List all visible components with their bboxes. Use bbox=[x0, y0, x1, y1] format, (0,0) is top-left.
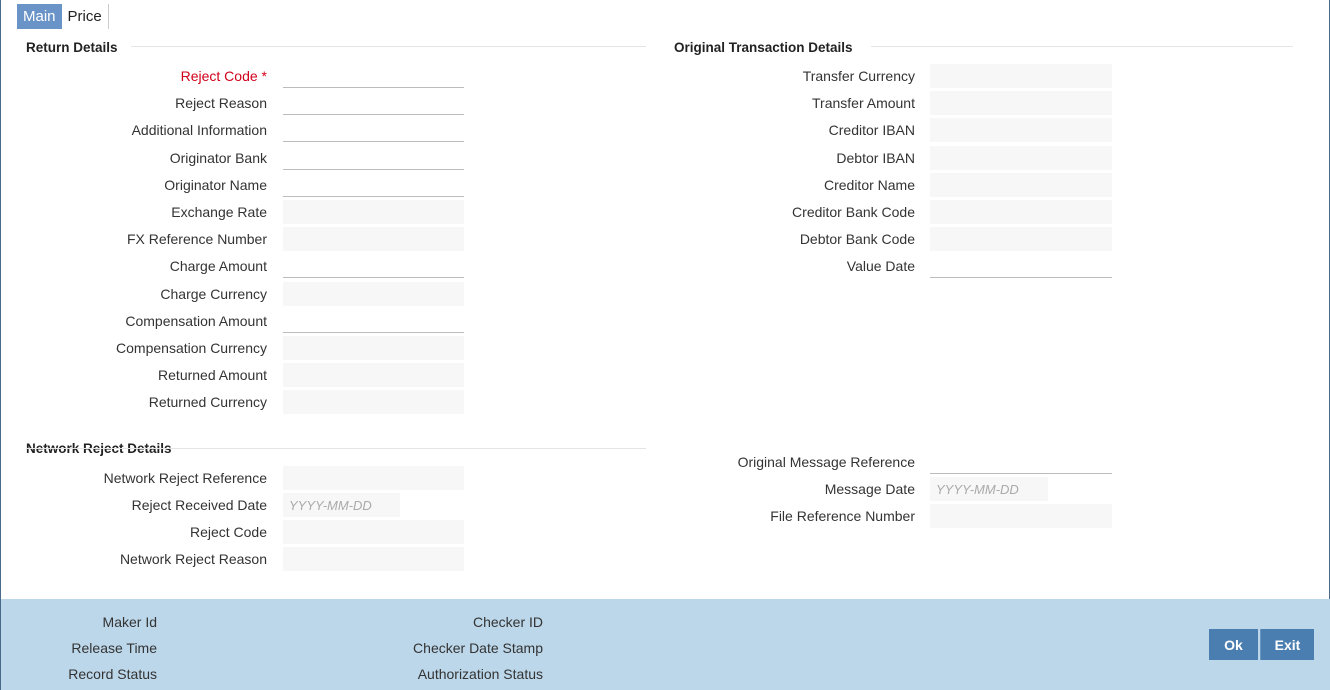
authorization-status-label: Authorization Status bbox=[417, 666, 543, 682]
network-network-reject-reason-field[interactable] bbox=[283, 547, 464, 571]
message-file-reference-number-label: File Reference Number bbox=[770, 508, 915, 524]
network-reject-code-field[interactable] bbox=[283, 520, 464, 544]
return-additional-information-field[interactable] bbox=[283, 118, 464, 143]
orig-debtor-iban-field[interactable] bbox=[930, 145, 1112, 170]
audit-footer bbox=[1, 599, 1330, 690]
message-file-reference-number-field[interactable] bbox=[930, 504, 1112, 528]
orig-creditor-name-field[interactable] bbox=[930, 172, 1112, 197]
return-charge-currency-field[interactable] bbox=[283, 281, 464, 306]
network-network-reject-reference-label: Network Reject Reference bbox=[103, 470, 267, 486]
orig-creditor-bank-code-field[interactable] bbox=[930, 200, 1112, 224]
network-reject-received-date-label: Reject Received Date bbox=[131, 497, 267, 513]
return-charge-amount-field[interactable] bbox=[283, 254, 464, 279]
return-fx-reference-number-field[interactable] bbox=[283, 227, 464, 252]
orig-creditor-iban-field[interactable] bbox=[930, 118, 1112, 143]
ok-button[interactable]: Ok bbox=[1209, 629, 1258, 660]
orig-transfer-amount-field[interactable] bbox=[930, 91, 1112, 116]
network-reject-received-date-date-field[interactable] bbox=[283, 493, 400, 517]
return-originator-bank-label: Originator Bank bbox=[169, 149, 267, 166]
orig-debtor-bank-code-field[interactable] bbox=[930, 227, 1112, 252]
checker-date-stamp-label: Checker Date Stamp bbox=[413, 640, 543, 656]
return-originator-name-label: Originator Name bbox=[164, 176, 267, 193]
orig-creditor-name-label: Creditor Name bbox=[823, 176, 915, 193]
message-message-date-label: Message Date bbox=[824, 481, 915, 497]
tab-bar: Main Price bbox=[17, 4, 109, 29]
return-compensation-currency-field[interactable] bbox=[283, 336, 464, 360]
return-originator-bank-field[interactable] bbox=[283, 145, 464, 170]
message-message-date-date-field[interactable] bbox=[930, 477, 1048, 501]
network-reject-divider bbox=[26, 448, 646, 449]
return-compensation-amount-field[interactable] bbox=[283, 308, 464, 333]
return-returned-currency-label: Returned Currency bbox=[148, 394, 267, 411]
return-additional-information-label: Additional Information bbox=[131, 122, 267, 139]
return-charge-amount-label: Charge Amount bbox=[169, 258, 267, 275]
original-transaction-title: Original Transaction Details bbox=[674, 40, 853, 55]
network-network-reject-reason-label: Network Reject Reason bbox=[119, 551, 267, 567]
return-exchange-rate-field[interactable] bbox=[283, 200, 464, 224]
exit-button[interactable]: Exit bbox=[1260, 629, 1314, 660]
tab-main[interactable]: Main bbox=[17, 4, 62, 29]
orig-debtor-iban-label: Debtor IBAN bbox=[836, 149, 915, 166]
original-transaction-divider bbox=[871, 46, 1293, 47]
return-fx-reference-number-label: FX Reference Number bbox=[126, 231, 267, 248]
return-returned-amount-field[interactable] bbox=[283, 363, 464, 388]
orig-value-date-label: Value Date bbox=[846, 258, 915, 275]
form-window: Main Price Return Details Reject Code Rej… bbox=[0, 0, 1330, 690]
message-original-message-reference-field[interactable] bbox=[930, 450, 1112, 474]
return-reject-code-label: Reject Code bbox=[181, 64, 267, 88]
orig-transfer-currency-field[interactable] bbox=[930, 64, 1112, 88]
orig-debtor-bank-code-label: Debtor Bank Code bbox=[799, 231, 915, 248]
tab-price[interactable]: Price bbox=[62, 4, 109, 29]
return-returned-currency-field[interactable] bbox=[283, 390, 464, 415]
return-originator-name-field[interactable] bbox=[283, 172, 464, 197]
orig-transfer-amount-label: Transfer Amount bbox=[812, 95, 915, 112]
network-network-reject-reference-field[interactable] bbox=[283, 466, 464, 490]
message-original-message-reference-label: Original Message Reference bbox=[737, 454, 915, 470]
checker-id-label: Checker ID bbox=[472, 614, 543, 630]
return-details-title: Return Details bbox=[26, 40, 118, 55]
return-returned-amount-label: Returned Amount bbox=[158, 367, 267, 384]
return-details-divider bbox=[131, 46, 646, 47]
release-time-label: Release Time bbox=[71, 640, 157, 656]
return-charge-currency-label: Charge Currency bbox=[160, 285, 267, 302]
return-compensation-currency-label: Compensation Currency bbox=[116, 340, 267, 356]
orig-creditor-bank-code-label: Creditor Bank Code bbox=[792, 204, 915, 220]
return-reject-reason-field[interactable] bbox=[283, 91, 464, 116]
orig-transfer-currency-label: Transfer Currency bbox=[802, 68, 915, 84]
orig-value-date-field[interactable] bbox=[930, 254, 1112, 279]
network-reject-code-label: Reject Code bbox=[189, 524, 267, 540]
record-status-label: Record Status bbox=[68, 666, 157, 682]
return-compensation-amount-label: Compensation Amount bbox=[125, 312, 267, 329]
return-reject-reason-label: Reject Reason bbox=[175, 95, 267, 112]
return-reject-code-field[interactable] bbox=[283, 64, 464, 88]
return-exchange-rate-label: Exchange Rate bbox=[171, 204, 267, 220]
maker-id-label: Maker Id bbox=[102, 614, 157, 630]
orig-creditor-iban-label: Creditor IBAN bbox=[828, 122, 915, 139]
